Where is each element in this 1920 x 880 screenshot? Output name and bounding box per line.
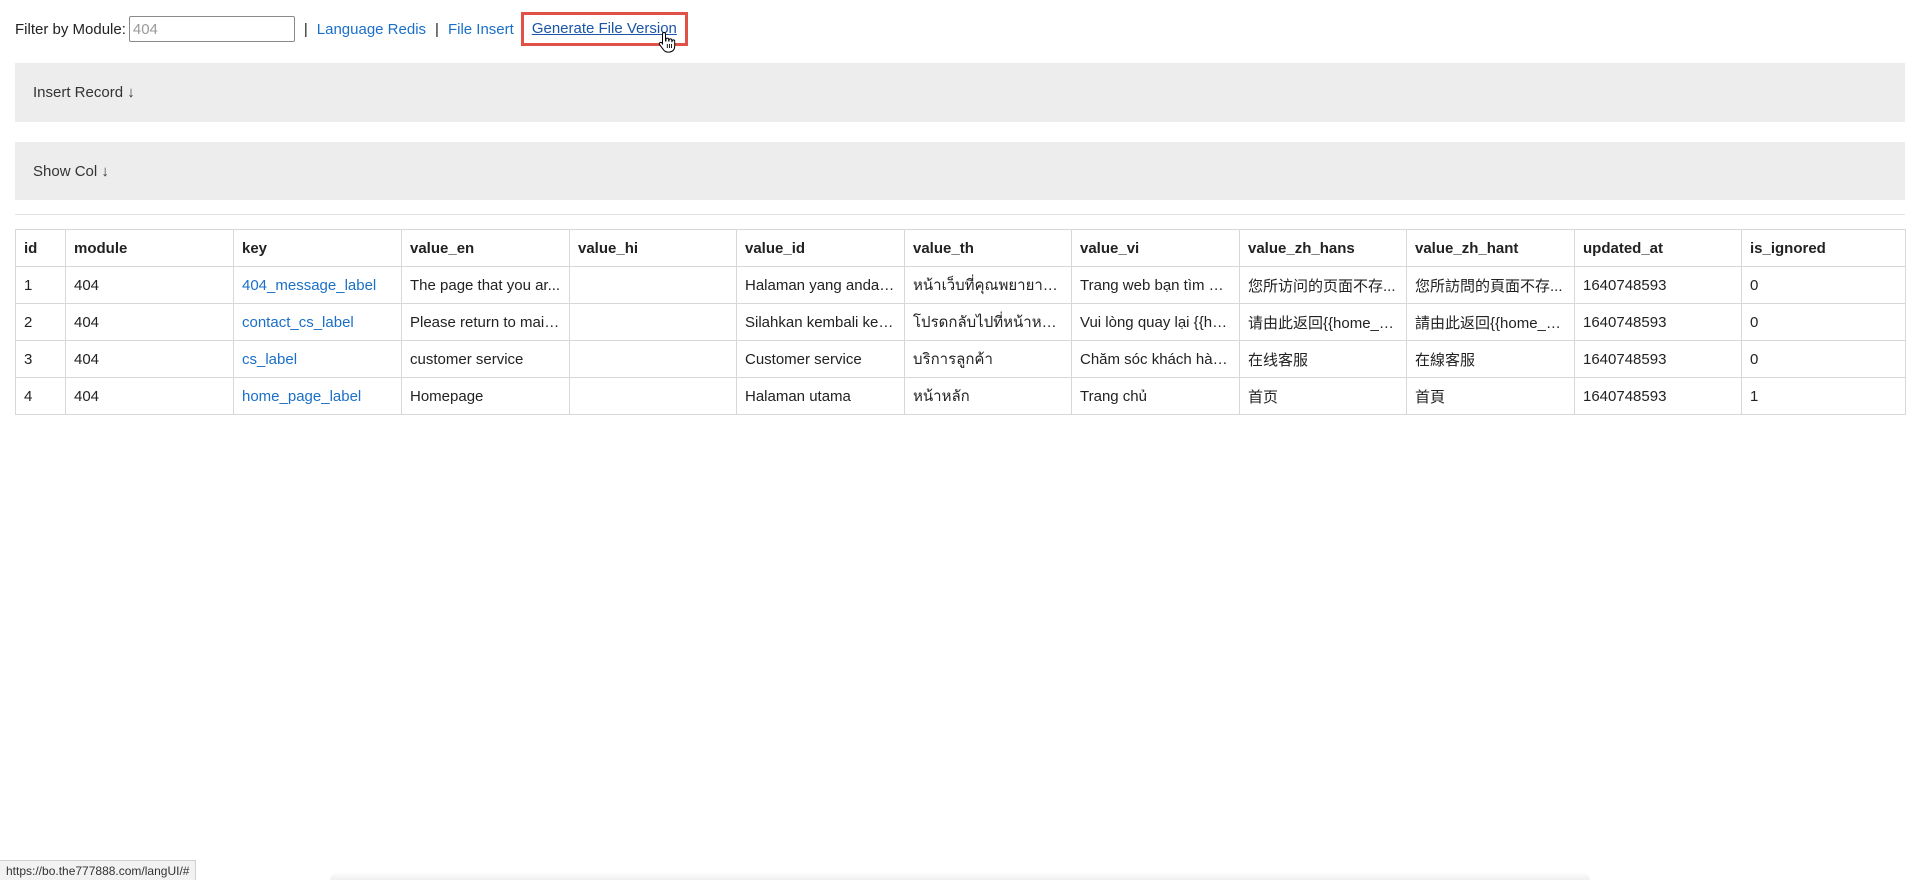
highlight-annotation-box: Generate File Version bbox=[520, 12, 688, 53]
cell-value-hi bbox=[569, 340, 737, 378]
cell-key: home_page_label bbox=[233, 377, 402, 415]
file-insert-link[interactable]: File Insert bbox=[448, 21, 514, 38]
column-header[interactable]: value_hi bbox=[569, 229, 737, 267]
cell-value-en: The page that you ar... bbox=[401, 266, 570, 304]
column-header[interactable]: module bbox=[65, 229, 234, 267]
browser-status-url: https://bo.the777888.com/langUI/# bbox=[0, 860, 197, 880]
hand-pointer-icon bbox=[658, 31, 676, 53]
language-table: id module key value_en value_hi value_id… bbox=[15, 229, 1906, 415]
cell-value-th: บริการลูกค้า bbox=[904, 340, 1072, 378]
column-header[interactable]: value_th bbox=[904, 229, 1072, 267]
cell-value-hi bbox=[569, 303, 737, 341]
cell-module: 404 bbox=[65, 303, 234, 341]
toolbar: Filter by Module: | Language Redis | Fil… bbox=[15, 12, 688, 53]
column-header[interactable]: value_zh_hans bbox=[1239, 229, 1407, 267]
cell-updated-at: 1640748593 bbox=[1574, 340, 1742, 378]
cell-id: 2 bbox=[15, 303, 66, 341]
key-link[interactable]: contact_cs_label bbox=[242, 314, 354, 331]
cell-value-th: หน้าเว็บที่คุณพยายามเข้... bbox=[904, 266, 1072, 304]
table-header-row: id module key value_en value_hi value_id… bbox=[15, 229, 1906, 267]
cell-is-ignored: 0 bbox=[1741, 266, 1906, 304]
column-header[interactable]: id bbox=[15, 229, 66, 267]
cell-value-vi: Trang web bạn tìm ki... bbox=[1071, 266, 1240, 304]
column-header[interactable]: is_ignored bbox=[1741, 229, 1906, 267]
cell-value-id: Halaman yang anda i... bbox=[736, 266, 905, 304]
table-row: 2 404 contact_cs_label Please return to … bbox=[15, 303, 1906, 341]
cell-module: 404 bbox=[65, 266, 234, 304]
column-header[interactable]: value_vi bbox=[1071, 229, 1240, 267]
cell-value-id: Halaman utama bbox=[736, 377, 905, 415]
cell-module: 404 bbox=[65, 377, 234, 415]
module-filter-input[interactable] bbox=[128, 16, 295, 42]
generate-file-version-link[interactable]: Generate File Version bbox=[532, 20, 677, 37]
window-bottom-shadow bbox=[330, 872, 1590, 880]
cell-updated-at: 1640748593 bbox=[1574, 266, 1742, 304]
cell-is-ignored: 0 bbox=[1741, 340, 1906, 378]
insert-record-toggle[interactable]: Insert Record ↓ bbox=[15, 63, 1905, 122]
divider bbox=[15, 214, 1905, 215]
cell-value-id: Silahkan kembali ke h... bbox=[736, 303, 905, 341]
cell-id: 4 bbox=[15, 377, 66, 415]
table-row: 4 404 home_page_label Homepage Halaman u… bbox=[15, 377, 1906, 415]
cell-value-id: Customer service bbox=[736, 340, 905, 378]
cell-id: 3 bbox=[15, 340, 66, 378]
cell-value-zh-hant: 在線客服 bbox=[1406, 340, 1575, 378]
cell-value-th: หน้าหลัก bbox=[904, 377, 1072, 415]
show-col-toggle[interactable]: Show Col ↓ bbox=[15, 142, 1905, 200]
column-header[interactable]: key bbox=[233, 229, 402, 267]
cell-updated-at: 1640748593 bbox=[1574, 303, 1742, 341]
separator: | bbox=[303, 20, 308, 38]
cell-value-vi: Trang chủ bbox=[1071, 377, 1240, 415]
cell-value-en: Homepage bbox=[401, 377, 570, 415]
table-row: 3 404 cs_label customer service Customer… bbox=[15, 340, 1906, 378]
table-row: 1 404 404_message_label The page that yo… bbox=[15, 266, 1906, 304]
language-redis-link[interactable]: Language Redis bbox=[317, 21, 426, 38]
filter-label: Filter by Module: bbox=[15, 20, 126, 38]
cell-value-zh-hans: 您所访问的页面不存... bbox=[1239, 266, 1407, 304]
column-header[interactable]: value_zh_hant bbox=[1406, 229, 1575, 267]
cell-module: 404 bbox=[65, 340, 234, 378]
cell-value-zh-hant: 首頁 bbox=[1406, 377, 1575, 415]
key-link[interactable]: home_page_label bbox=[242, 388, 361, 405]
cell-value-zh-hant: 請由此返回{{home_p... bbox=[1406, 303, 1575, 341]
cell-value-zh-hans: 首页 bbox=[1239, 377, 1407, 415]
cell-value-zh-hant: 您所訪問的頁面不存... bbox=[1406, 266, 1575, 304]
column-header[interactable]: value_en bbox=[401, 229, 570, 267]
cell-is-ignored: 1 bbox=[1741, 377, 1906, 415]
key-link[interactable]: 404_message_label bbox=[242, 277, 376, 294]
cell-value-th: โปรดกลับไปที่หน้าหลัก ... bbox=[904, 303, 1072, 341]
cell-id: 1 bbox=[15, 266, 66, 304]
cell-value-hi bbox=[569, 266, 737, 304]
cell-value-vi: Chăm sóc khách hàn... bbox=[1071, 340, 1240, 378]
cell-value-en: customer service bbox=[401, 340, 570, 378]
cell-updated-at: 1640748593 bbox=[1574, 377, 1742, 415]
column-header[interactable]: updated_at bbox=[1574, 229, 1742, 267]
cell-key: 404_message_label bbox=[233, 266, 402, 304]
cell-key: contact_cs_label bbox=[233, 303, 402, 341]
cell-is-ignored: 0 bbox=[1741, 303, 1906, 341]
separator: | bbox=[435, 20, 439, 38]
cell-value-vi: Vui lòng quay lại {{ho... bbox=[1071, 303, 1240, 341]
cell-value-hi bbox=[569, 377, 737, 415]
key-link[interactable]: cs_label bbox=[242, 351, 297, 368]
cell-value-en: Please return to main... bbox=[401, 303, 570, 341]
cell-value-zh-hans: 在线客服 bbox=[1239, 340, 1407, 378]
cell-key: cs_label bbox=[233, 340, 402, 378]
cell-value-zh-hans: 请由此返回{{home_p... bbox=[1239, 303, 1407, 341]
column-header[interactable]: value_id bbox=[736, 229, 905, 267]
